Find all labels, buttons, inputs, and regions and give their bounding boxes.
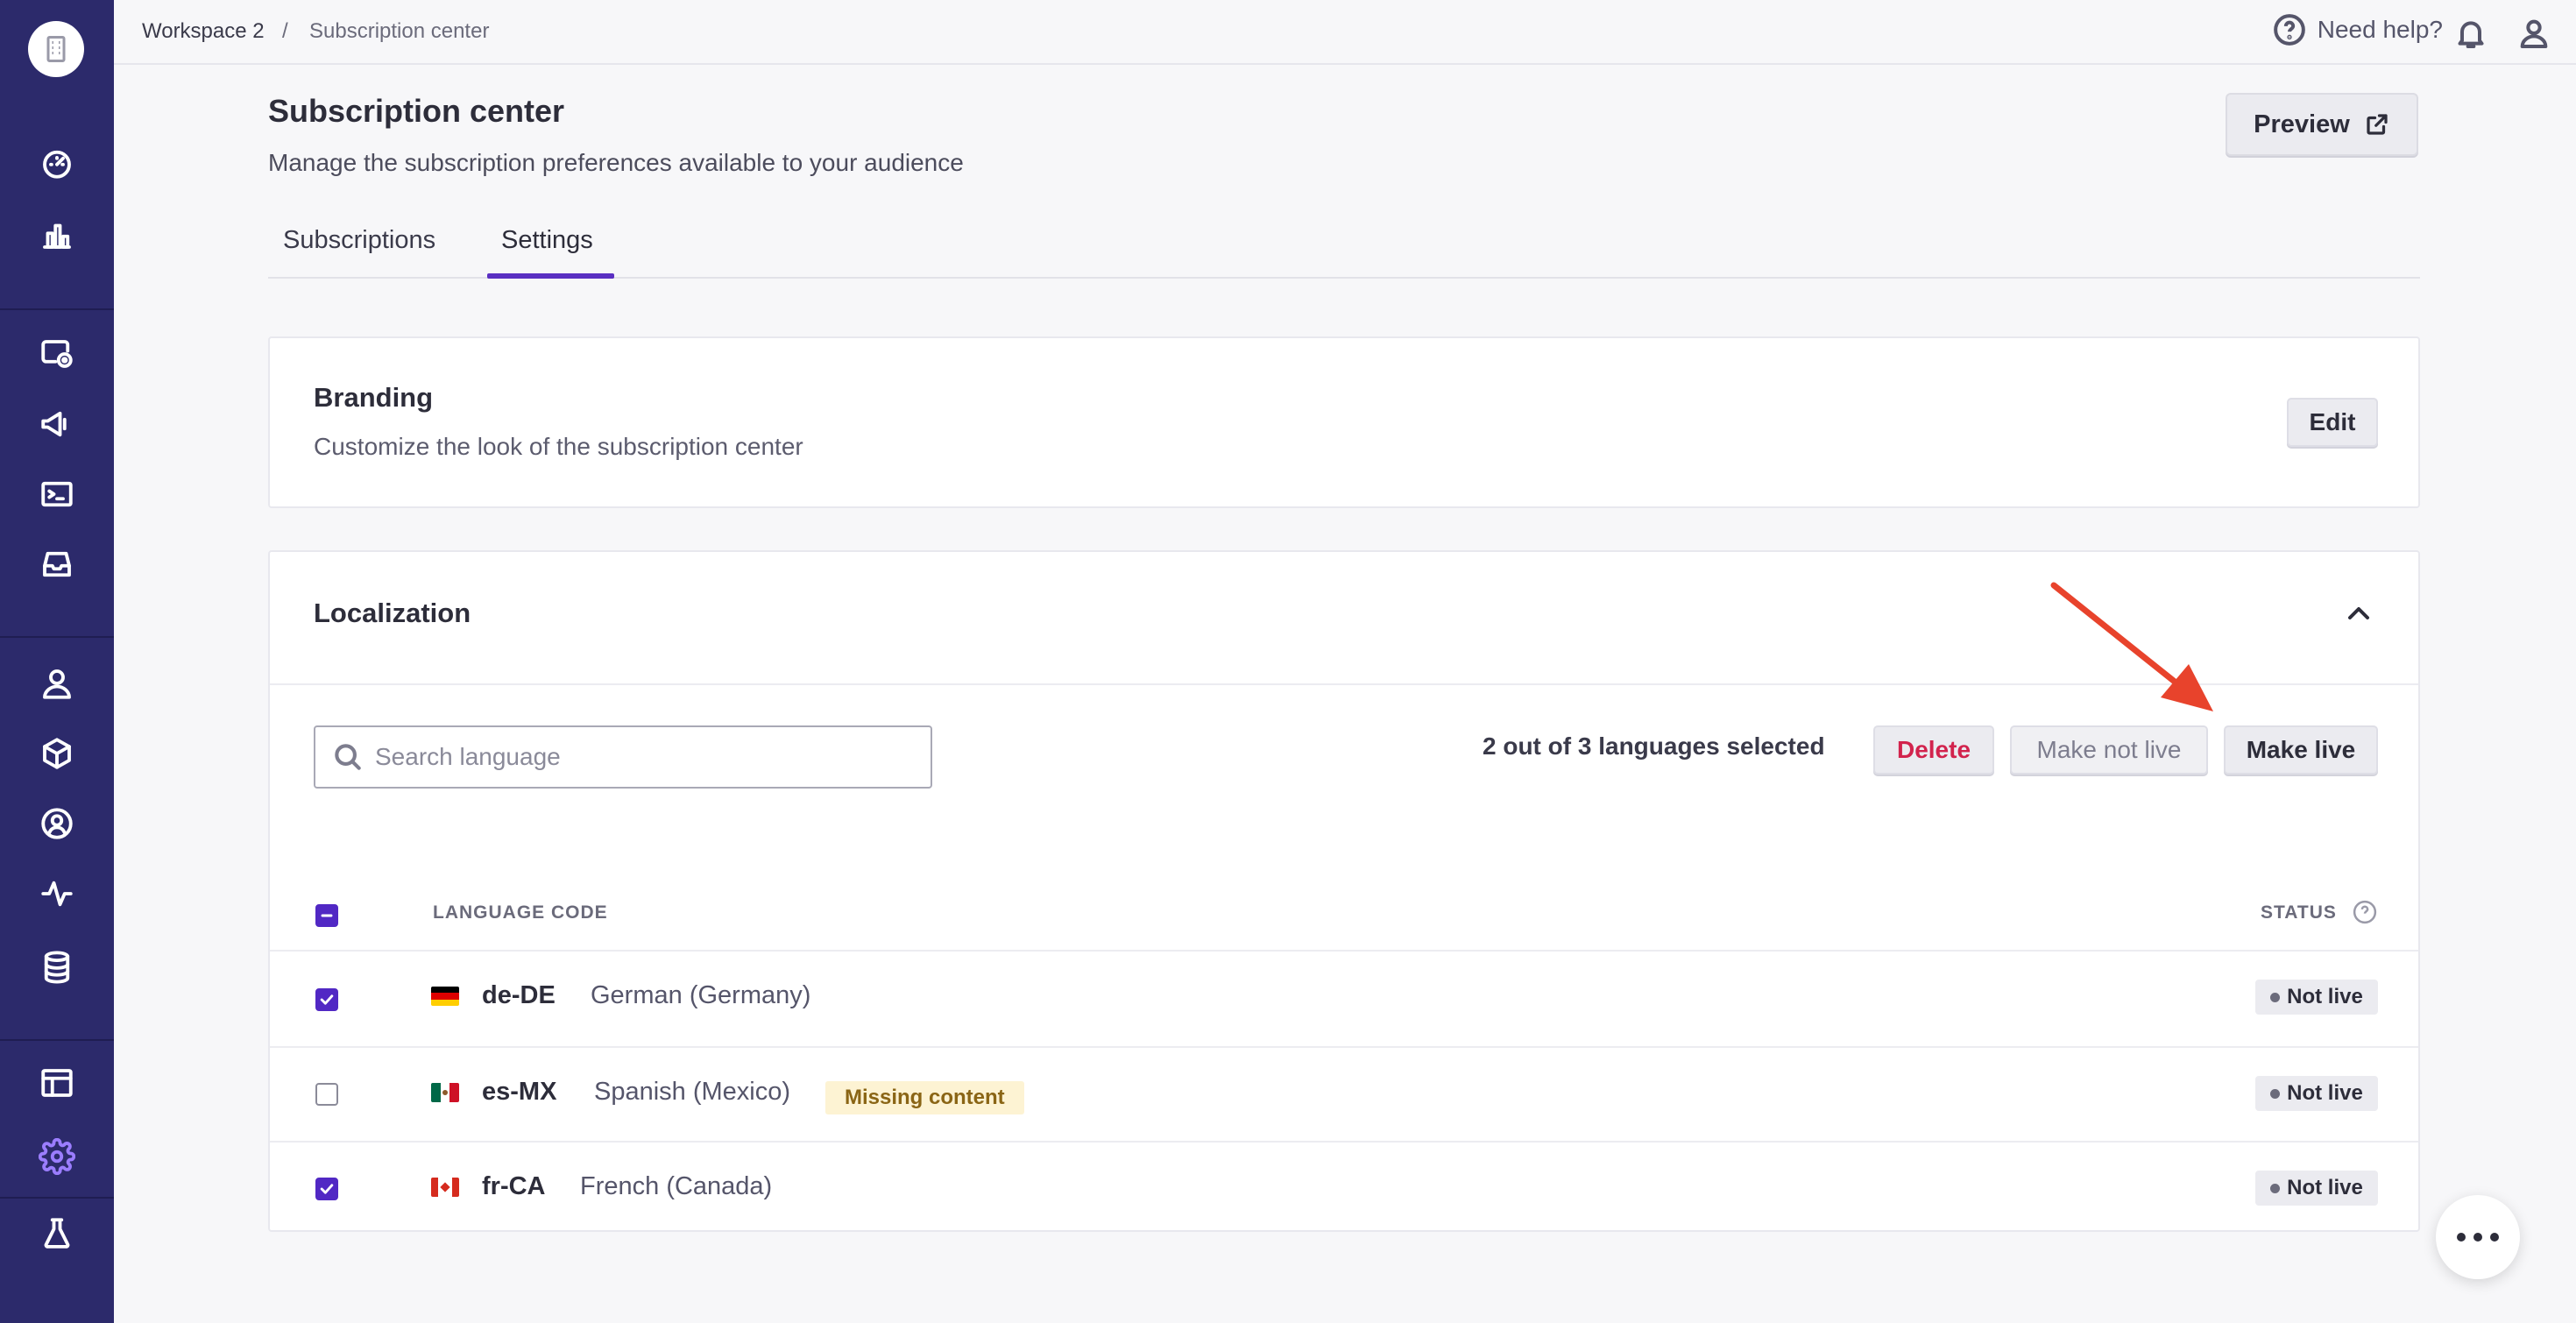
row-checkbox-fr-CA[interactable] <box>315 1178 338 1200</box>
table-row[interactable]: de-DE German (Germany) Not live <box>270 952 2418 1046</box>
help-icon <box>2273 14 2305 46</box>
bell-icon[interactable] <box>2453 16 2488 51</box>
active-tab-indicator <box>487 273 614 279</box>
sidebar-divider <box>0 1197 114 1199</box>
language-code: fr-CA <box>482 1172 546 1200</box>
localization-title: Localization <box>314 598 471 628</box>
workspace-logo[interactable] <box>28 21 84 77</box>
top-bar: Workspace 2 / Subscription center Need h… <box>114 0 2576 65</box>
settings-icon[interactable] <box>36 1136 78 1178</box>
user-icon[interactable] <box>2516 16 2551 51</box>
sidebar-divider <box>0 308 114 310</box>
tab-subscriptions[interactable]: Subscriptions <box>283 226 435 255</box>
sidebar <box>0 0 114 1323</box>
selection-count: 2 out of 3 languages selected <box>1483 732 1825 760</box>
tab-settings[interactable]: Settings <box>501 226 593 255</box>
audience-icon[interactable] <box>36 662 78 704</box>
status-dot <box>2270 992 2281 1002</box>
preview-button[interactable]: Preview <box>2226 93 2418 156</box>
preview-label: Preview <box>2254 110 2350 138</box>
language-name: German (Germany) <box>591 981 811 1009</box>
campaigns-icon[interactable] <box>36 403 78 445</box>
dot <box>2457 1233 2466 1242</box>
make-not-live-button[interactable]: Make not live <box>2010 725 2208 775</box>
search-language-input[interactable] <box>375 743 901 771</box>
analytics-icon[interactable] <box>36 214 78 256</box>
page-subtitle: Manage the subscription preferences avai… <box>268 149 964 176</box>
status-label: Not live <box>2287 985 2363 1008</box>
delete-button[interactable]: Delete <box>1873 725 1994 775</box>
activity-icon[interactable] <box>36 873 78 915</box>
breadcrumb-separator: / <box>282 19 288 43</box>
language-name: French (Canada) <box>580 1172 773 1200</box>
dot <box>2490 1233 2499 1242</box>
row-checkbox-es-MX[interactable] <box>315 1083 338 1106</box>
make-live-button[interactable]: Make live <box>2224 725 2378 775</box>
annotation-arrow-icon <box>2050 582 2213 711</box>
database-icon[interactable] <box>36 946 78 988</box>
journeys-icon[interactable] <box>36 333 78 375</box>
search-icon <box>335 744 361 770</box>
select-all-checkbox[interactable] <box>315 904 338 927</box>
help-label: Need help? <box>2317 16 2443 43</box>
dot <box>2473 1233 2482 1242</box>
inbox-icon[interactable] <box>36 543 78 585</box>
branding-card: Branding Customize the look of the subsc… <box>268 336 2420 508</box>
experiments-icon[interactable] <box>36 1213 78 1255</box>
status-badge: Not live <box>2255 1076 2378 1111</box>
status-badge: Not live <box>2255 980 2378 1015</box>
edit-branding-button[interactable]: Edit <box>2287 398 2378 447</box>
canada-flag-icon <box>431 1178 459 1197</box>
table-row[interactable]: es-MX Spanish (Mexico) Missing content N… <box>270 1048 2418 1143</box>
breadcrumb-current: Subscription center <box>309 19 490 43</box>
objects-icon[interactable] <box>36 732 78 775</box>
more-options-button[interactable] <box>2436 1195 2520 1279</box>
accounts-icon[interactable] <box>36 803 78 845</box>
language-code: de-DE <box>482 981 556 1009</box>
row-checkbox-de-DE[interactable] <box>315 988 338 1011</box>
sidebar-divider <box>0 636 114 638</box>
column-header-status: STATUS <box>2261 902 2337 923</box>
page-title: Subscription center <box>268 93 565 129</box>
language-name: Spanish (Mexico) <box>594 1078 791 1106</box>
terminal-icon[interactable] <box>36 473 78 515</box>
dashboard-icon[interactable] <box>36 142 78 184</box>
external-link-icon <box>2367 114 2388 135</box>
chevron-up-icon[interactable] <box>2341 596 2376 631</box>
mexico-flag-icon <box>431 1083 459 1102</box>
breadcrumb-workspace[interactable]: Workspace 2 <box>142 19 265 44</box>
branding-title: Branding <box>314 382 434 413</box>
search-language-field[interactable] <box>314 725 932 789</box>
layout-icon[interactable] <box>36 1062 78 1104</box>
help-link[interactable]: Need help? <box>2272 12 2443 47</box>
status-badge: Not live <box>2255 1171 2378 1206</box>
missing-content-badge: Missing content <box>825 1081 1024 1114</box>
status-dot <box>2270 1183 2281 1193</box>
status-label: Not live <box>2287 1176 2363 1199</box>
status-help-icon[interactable] <box>2352 899 2378 925</box>
table-row[interactable]: fr-CA French (Canada) Not live <box>270 1143 2418 1237</box>
language-code: es-MX <box>482 1078 557 1106</box>
status-label: Not live <box>2287 1081 2363 1105</box>
sidebar-divider <box>0 1039 114 1041</box>
branding-subtitle: Customize the look of the subscription c… <box>314 433 803 460</box>
germany-flag-icon <box>431 987 459 1006</box>
status-dot <box>2270 1088 2281 1099</box>
column-header-language-code: LANGUAGE CODE <box>433 902 608 923</box>
